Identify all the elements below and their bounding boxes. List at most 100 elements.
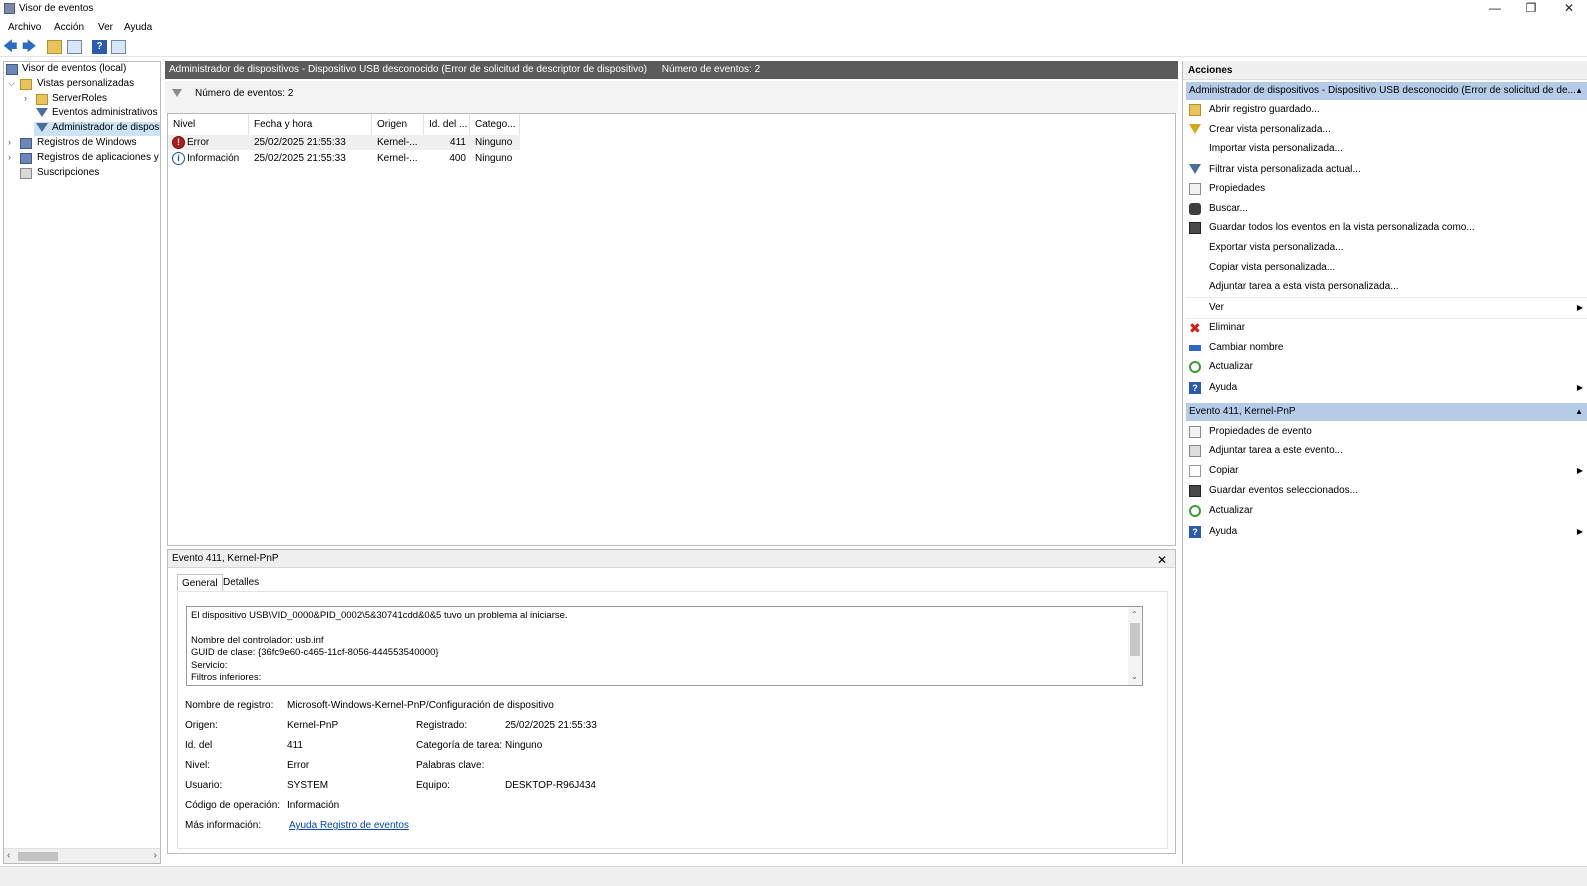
event-log-help-link[interactable]: Ayuda Registro de eventos [289,820,409,831]
cell-category: Ninguno [475,153,513,164]
section-title: Administrador de dispositivos - Disposit… [1189,85,1576,96]
collapse-icon[interactable]: ▲ [1575,403,1583,421]
menu-archivo[interactable]: Archivo [8,22,41,33]
rename-icon [1189,345,1201,351]
actions-section-view[interactable]: Administrador de dispositivos - Disposit… [1186,82,1587,100]
action-ayuda[interactable]: ? Ayuda ▶ [1186,379,1587,397]
show-tree-icon[interactable] [67,40,82,54]
table-row[interactable]: i Información 25/02/2025 21:55:33 Kernel… [168,151,520,166]
column-header-categoria[interactable]: Catego... [470,114,520,135]
level-label: Nivel: [185,760,211,771]
source-label: Origen: [185,720,218,731]
tree-item-registros-aplicaciones[interactable]: › Registros de aplicaciones y servicios [4,152,160,166]
action-ayuda-evento[interactable]: ? Ayuda ▶ [1186,523,1587,541]
action-copiar-vista[interactable]: Copiar vista personalizada... [1186,259,1587,277]
tree-item-eventos-administrativos[interactable]: Eventos administrativos [4,107,160,121]
cell-event-id: 400 [449,153,466,164]
action-label: Filtrar vista personalizada actual... [1209,164,1361,175]
detail-title: Evento 411, Kernel-PnP ✕ [168,550,1175,568]
cell-source: Kernel-... [377,153,418,164]
action-crear-vista[interactable]: Crear vista personalizada... [1186,121,1587,139]
action-importar-vista[interactable]: Importar vista personalizada... [1186,140,1587,158]
forward-arrow-icon[interactable]: 🡆 [22,39,37,54]
menu-ayuda[interactable]: Ayuda [124,22,152,33]
close-button[interactable]: ✕ [1551,0,1587,17]
action-exportar-vista[interactable]: Exportar vista personalizada... [1186,239,1587,257]
action-actualizar-evento[interactable]: Actualizar [1186,502,1587,520]
scroll-right-icon[interactable]: › [154,850,157,861]
tree-horizontal-scrollbar[interactable]: ‹ › [4,848,160,863]
action-adjuntar-tarea-evento[interactable]: Adjuntar tarea a este evento... [1186,442,1587,460]
scrollbar-thumb[interactable] [18,852,58,861]
collapse-icon[interactable]: ▲ [1575,82,1583,100]
logged-value: 25/02/2025 21:55:33 [505,720,597,731]
scroll-up-icon[interactable]: ⌃ [1131,609,1138,621]
more-info-label: Más información: [185,820,262,831]
action-copiar[interactable]: Copiar ▶ [1186,462,1587,480]
tree-item-serverroles[interactable]: › ServerRoles [4,93,160,107]
description-line: Nombre del controlador: usb.inf [191,634,324,646]
tree-item-label: Registros de aplicaciones y servicios [37,152,160,163]
folder-up-icon[interactable] [47,40,62,54]
column-header-origen[interactable]: Origen [372,114,424,135]
user-value: SYSTEM [287,780,329,791]
actions-section-event[interactable]: Evento 411, Kernel-PnP ▲ [1186,403,1587,421]
event-description[interactable]: El dispositivo USB\VID_0000&PID_0002\5&3… [186,606,1143,686]
tree-item-registros-windows[interactable]: › Registros de Windows [4,137,160,151]
action-adjuntar-tarea-vista[interactable]: Adjuntar tarea a esta vista personalizad… [1186,278,1587,296]
action-label: Exportar vista personalizada... [1209,242,1344,253]
description-line: El dispositivo USB\VID_0000&PID_0002\5&3… [191,610,568,621]
divider [1186,297,1587,298]
action-propiedades[interactable]: Propiedades [1186,180,1587,198]
tree-item-visor-local[interactable]: Visor de eventos (local) [4,63,160,77]
tree-item-label: Visor de eventos (local) [22,63,127,74]
action-label: Eliminar [1209,322,1246,333]
logged-label: Registrado: [416,720,468,731]
scroll-down-icon[interactable]: ⌄ [1131,671,1138,683]
minimize-button[interactable]: — [1477,0,1513,17]
action-label: Crear vista personalizada... [1209,124,1331,135]
action-eliminar[interactable]: ✖ Eliminar [1186,319,1587,337]
log-name-value: Microsoft-Windows-Kernel-PnP/Configuraci… [287,700,554,711]
column-header-fecha[interactable]: Fecha y hora [249,114,372,135]
action-actualizar[interactable]: Actualizar [1186,358,1587,376]
action-propiedades-evento[interactable]: Propiedades de evento [1186,423,1587,441]
scroll-left-icon[interactable]: ‹ [7,850,10,861]
action-filtrar-vista[interactable]: Filtrar vista personalizada actual... [1186,161,1587,179]
level-value: Error [287,760,310,771]
tab-detalles[interactable]: Detalles [219,574,263,592]
table-row[interactable]: ! Error 25/02/2025 21:55:33 Kernel-... 4… [168,135,520,150]
chevron-right-icon[interactable]: › [8,137,17,147]
event-properties-icon [1189,426,1201,438]
menu-ver[interactable]: Ver [98,22,113,33]
column-header-nivel[interactable]: Nivel [168,114,249,135]
action-abrir-registro[interactable]: Abrir registro guardado... [1186,101,1587,119]
description-line: Filtros inferiores: [191,672,262,684]
scrollbar-thumb[interactable] [1130,623,1140,656]
action-label: Actualizar [1209,505,1253,516]
tab-general[interactable]: General [177,574,223,592]
column-header-id[interactable]: Id. del ... [424,114,470,135]
action-buscar[interactable]: Buscar... [1186,200,1587,218]
view-title: Administrador de dispositivos - Disposit… [169,64,647,75]
action-cambiar-nombre[interactable]: Cambiar nombre [1186,339,1587,357]
action-guardar-seleccionados[interactable]: Guardar eventos seleccionados... [1186,482,1587,500]
help-icon[interactable]: ? [92,40,107,54]
events-table: Nivel Fecha y hora Origen Id. del ... Ca… [167,113,1176,546]
description-scrollbar[interactable]: ⌃ ⌄ [1128,607,1142,685]
tree-item-administrador-dispositivos[interactable]: Administrador de dispositivos - Disposit… [34,122,160,136]
close-icon[interactable]: ✕ [1157,551,1167,569]
menu-accion[interactable]: Acción [54,22,84,33]
action-guardar-todos[interactable]: Guardar todos los eventos en la vista pe… [1186,219,1587,237]
tree-item-vistas-personalizadas[interactable]: ⌵ Vistas personalizadas [4,78,160,92]
tree-item-label: Vistas personalizadas [37,78,135,89]
chevron-right-icon[interactable]: › [8,152,17,162]
restore-button[interactable]: ❐ [1513,0,1549,17]
back-arrow-icon[interactable]: 🡄 [3,39,18,54]
tree-item-suscripciones[interactable]: Suscripciones [4,167,160,181]
chevron-right-icon[interactable]: › [24,93,33,103]
action-ver[interactable]: Ver ▶ [1186,299,1587,317]
show-actions-icon[interactable] [111,40,126,54]
description-line: Servicio: [191,659,228,671]
chevron-down-icon[interactable]: ⌵ [8,78,17,89]
